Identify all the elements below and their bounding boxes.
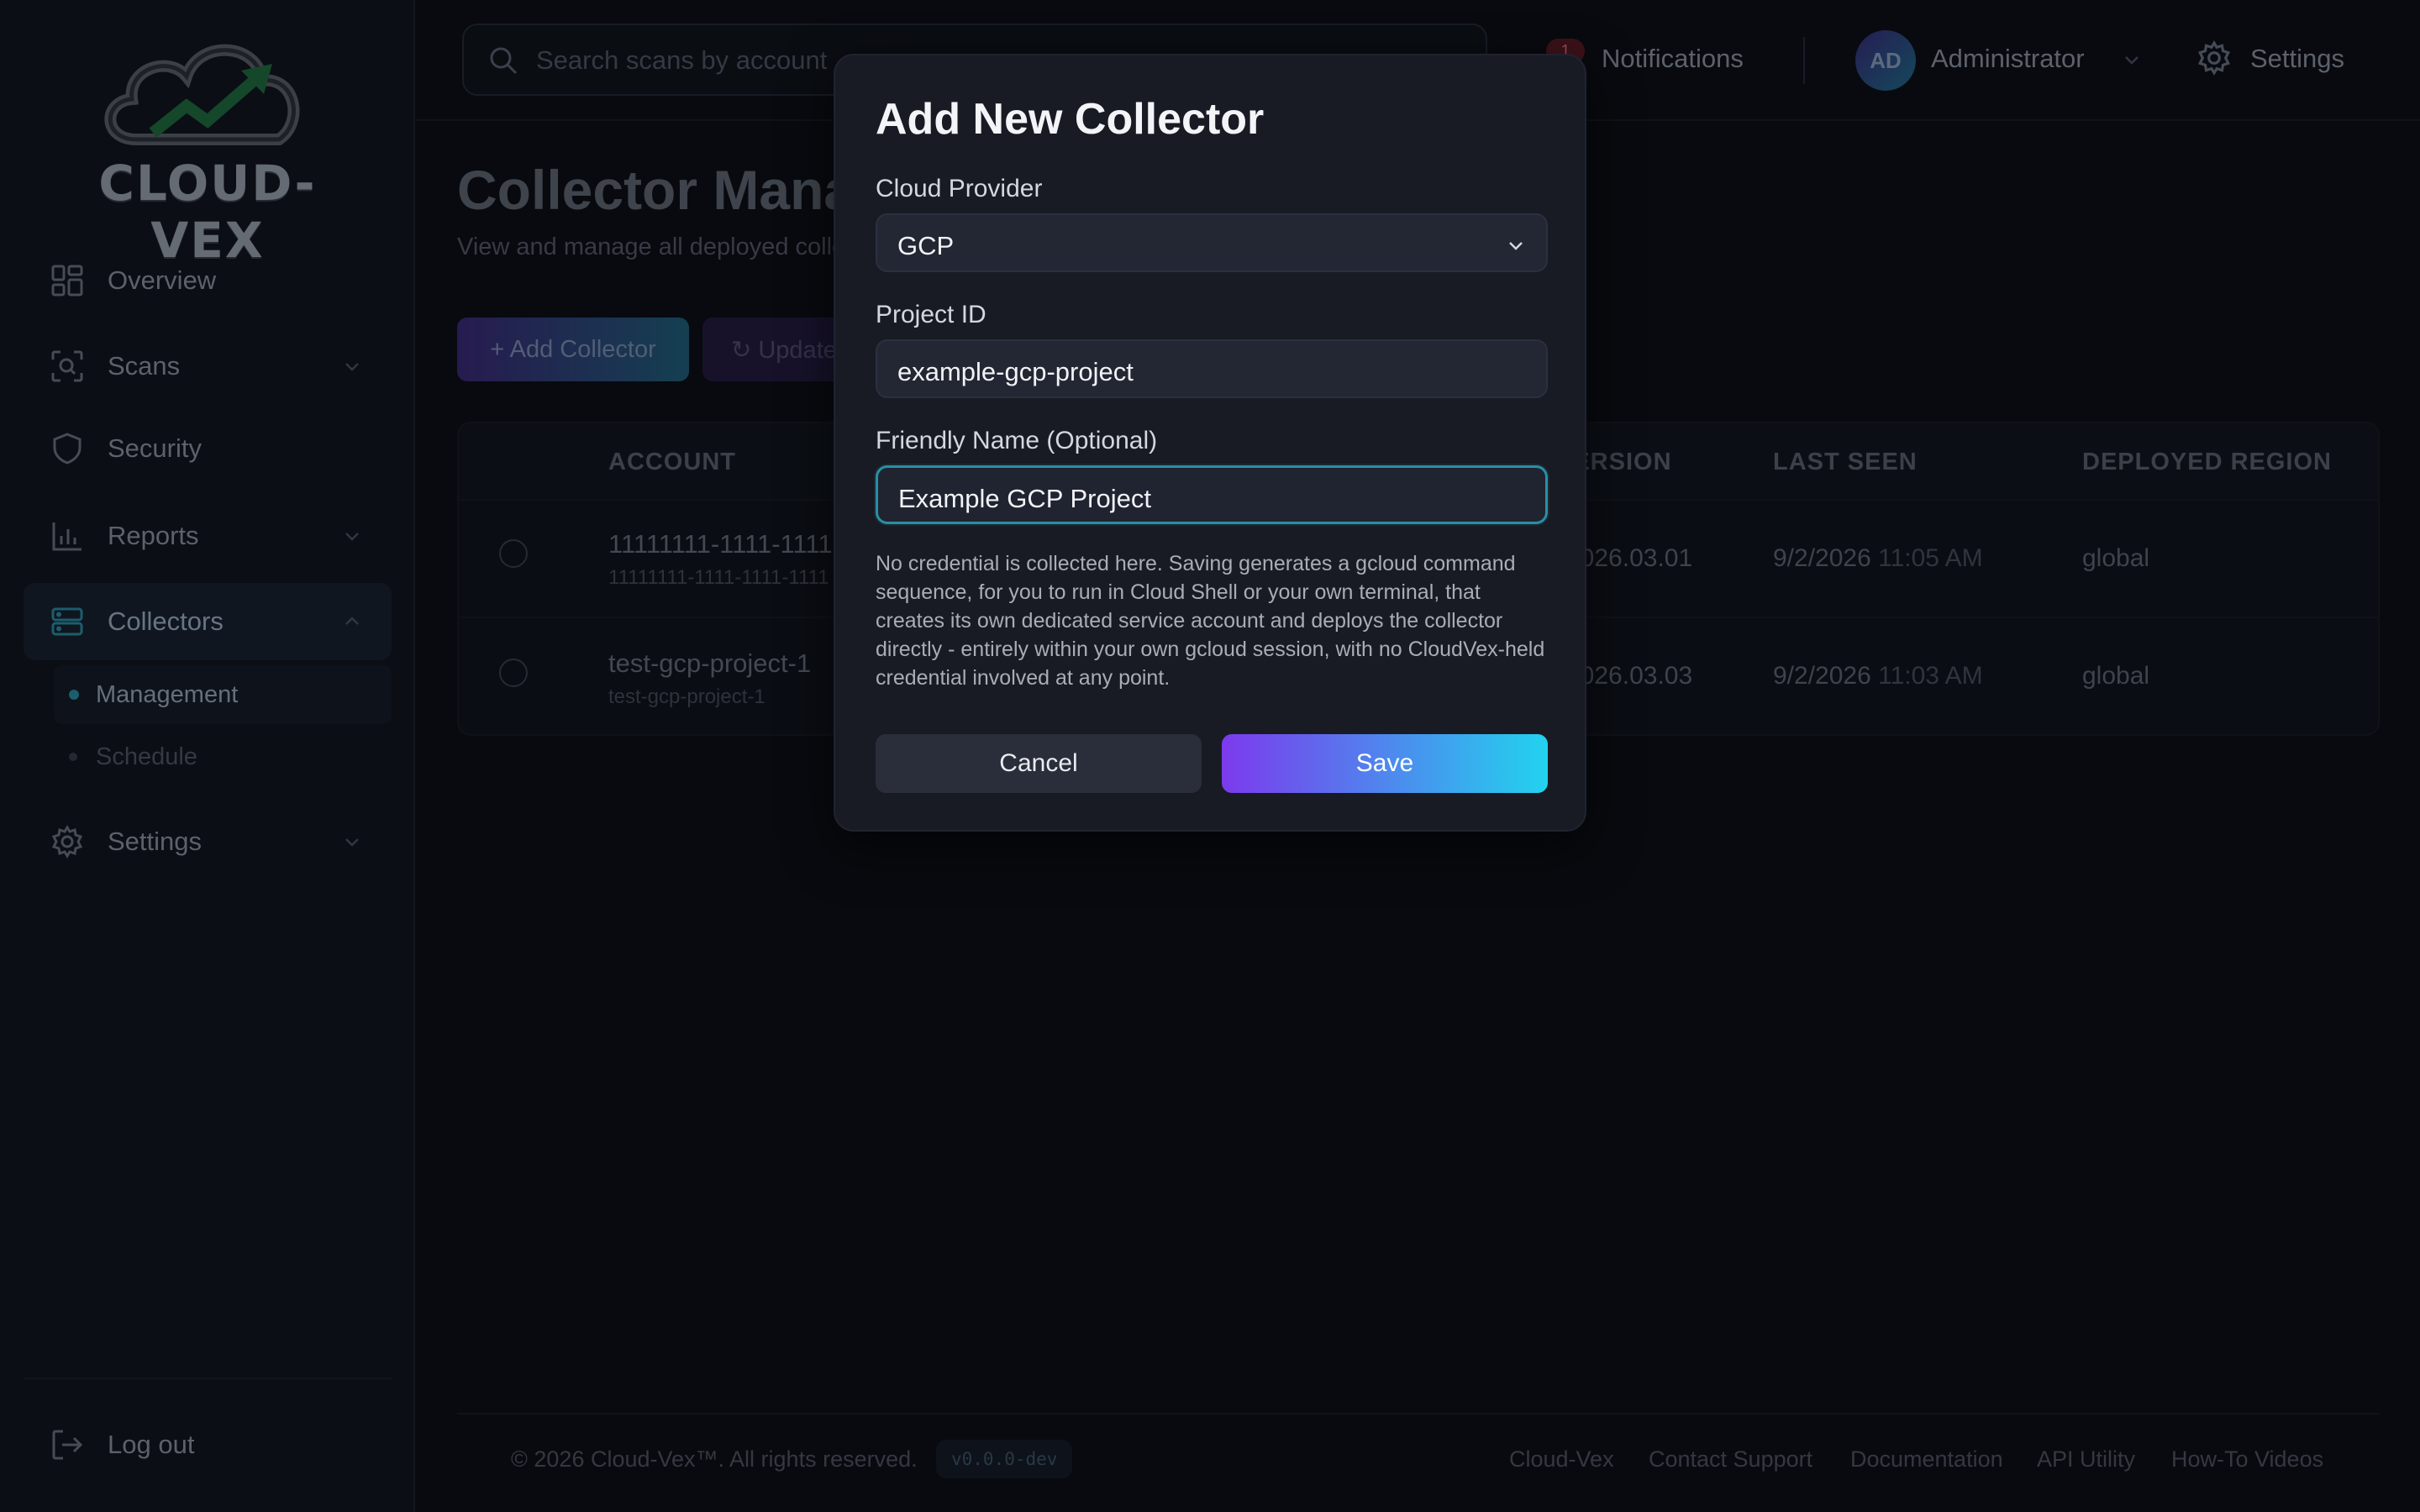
project-id-label: Project ID — [876, 301, 986, 328]
project-id-input[interactable]: example-gcp-project — [876, 339, 1548, 398]
project-id-value: example-gcp-project — [897, 357, 1134, 386]
cloud-provider-label: Cloud Provider — [876, 175, 1043, 202]
dialog-title: Add New Collector — [876, 95, 1265, 144]
credential-help-text: No credential is collected here. Saving … — [876, 552, 1545, 690]
friendly-name-input[interactable]: Example GCP Project — [876, 465, 1548, 524]
save-button[interactable]: Save — [1222, 734, 1548, 793]
cloud-provider-value: GCP — [897, 231, 955, 260]
cancel-button[interactable]: Cancel — [876, 734, 1202, 793]
add-collector-dialog: Add New Collector Cloud Provider GCP Pro… — [834, 54, 1586, 832]
friendly-name-value: Example GCP Project — [898, 484, 1151, 513]
cloud-provider-select[interactable]: GCP — [876, 213, 1548, 272]
friendly-name-label: Friendly Name (Optional) — [876, 427, 1158, 454]
chevron-down-icon — [1509, 242, 1523, 250]
